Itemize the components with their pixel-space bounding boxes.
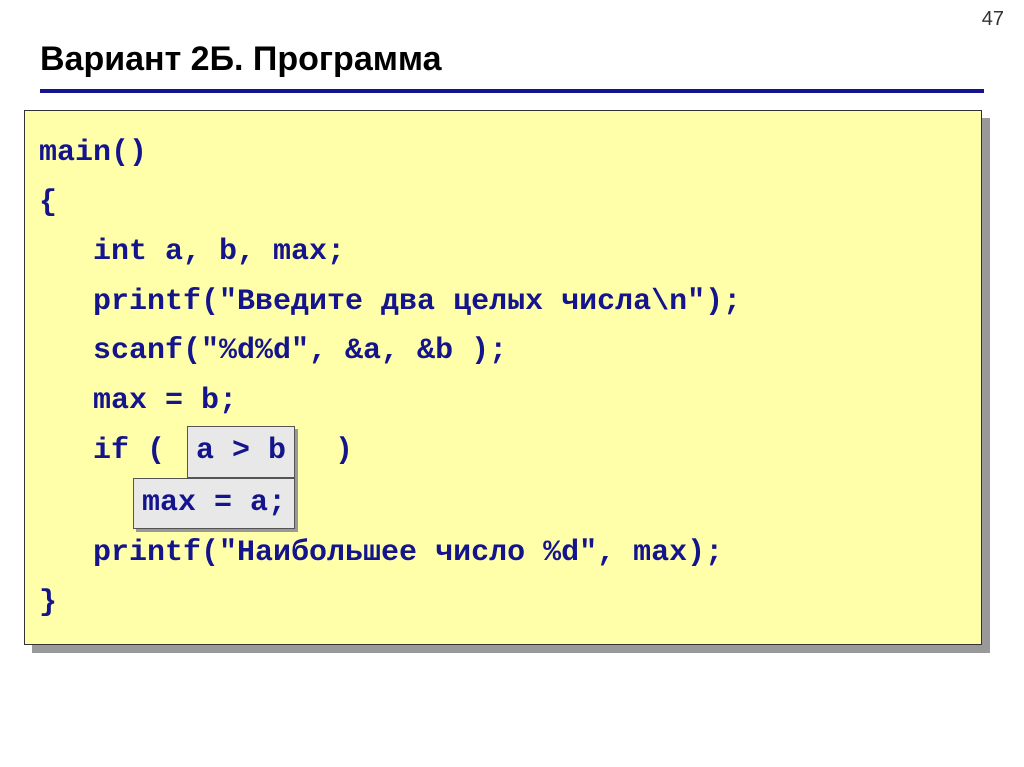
code-line-7-pre: if ( (39, 427, 183, 477)
code-line-6: max = b; (39, 377, 967, 427)
code-line-7-post: ) (299, 427, 353, 477)
code-line-3: int a, b, max; (39, 228, 967, 278)
code-line-1: main() (39, 129, 967, 179)
code-line-2: { (39, 179, 967, 229)
code-line-8: max = a; (39, 478, 967, 530)
slide-title: Вариант 2Б. Программа (40, 40, 984, 93)
slide: 47 Вариант 2Б. Программа main() { int a,… (0, 0, 1024, 767)
assignment-box: max = a; (133, 478, 295, 530)
code-line-10: } (39, 579, 967, 629)
code-box: main() { int a, b, max; printf("Введите … (24, 110, 982, 645)
condition-box: a > b (187, 426, 295, 478)
code-line-8-pre (39, 479, 129, 529)
page-number: 47 (982, 8, 1004, 31)
code-line-7: if ( a > b ) (39, 426, 967, 478)
code-line-9: printf("Наибольшее число %d", max); (39, 529, 967, 579)
code-line-4: printf("Введите два целых числа\n"); (39, 278, 967, 328)
code-line-5: scanf("%d%d", &a, &b ); (39, 327, 967, 377)
